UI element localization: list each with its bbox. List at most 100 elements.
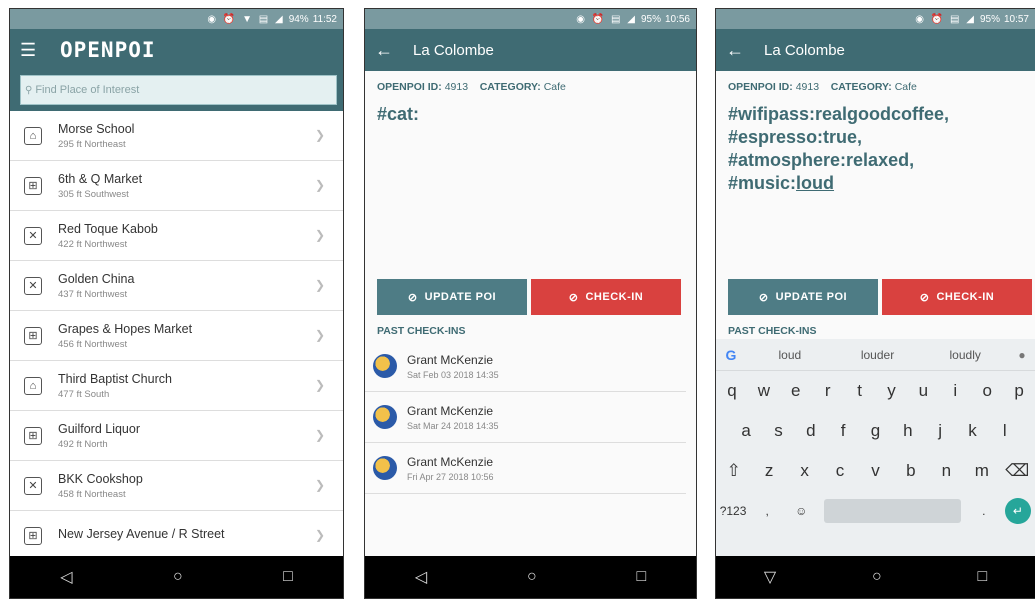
comma-key[interactable]: , [750, 504, 784, 518]
enter-key[interactable]: ↵ [1001, 498, 1035, 524]
keyboard-key[interactable]: c [822, 461, 857, 481]
tag-line: #atmosphere:relaxed, [728, 150, 915, 170]
back-arrow-icon[interactable]: ← [726, 40, 756, 61]
poi-name: Morse School [58, 121, 135, 136]
back-nav-icon[interactable]: ◁ [60, 567, 72, 587]
keyboard-key[interactable]: f [827, 421, 859, 441]
poi-name: Red Toque Kabob [58, 221, 158, 236]
keyboard-key[interactable]: u [907, 381, 939, 401]
keyboard-key[interactable]: p [1003, 381, 1035, 401]
keyboard-key[interactable]: b [893, 461, 928, 481]
poi-list-item[interactable]: ⊞ Grapes & Hopes Market 456 ft Northwest ❯ [10, 311, 343, 361]
poi-distance: 477 ft South [58, 388, 110, 400]
suggestion[interactable]: louder [834, 348, 922, 362]
enter-icon: ↵ [1004, 498, 1031, 524]
home-nav-icon[interactable]: ○ [173, 568, 183, 586]
keyboard-key[interactable]: r [812, 381, 844, 401]
google-icon[interactable]: G [716, 347, 746, 363]
tag-key: #music: [728, 173, 797, 193]
poi-list-item[interactable]: ⌂ Morse School 295 ft Northeast ❯ [10, 111, 343, 161]
poi-list-item[interactable]: ✕ Red Toque Kabob 422 ft Northwest ❯ [10, 211, 343, 261]
poi-meta: OPENPOI ID: 4913 CATEGORY: Cafe [365, 71, 696, 93]
check-in-button[interactable]: ⊘ CHECK-IN [882, 279, 1032, 315]
keyboard-key[interactable]: q [716, 381, 748, 401]
emoji-key[interactable]: ☺ [784, 504, 818, 518]
back-nav-icon[interactable]: ◁ [415, 567, 427, 587]
back-arrow-icon[interactable]: ← [375, 40, 405, 61]
keyboard-key[interactable]: w [748, 381, 780, 401]
check-in-label: CHECK-IN [936, 291, 995, 303]
poi-list-item[interactable]: ⊞ 6th & Q Market 305 ft Southwest ❯ [10, 161, 343, 211]
keyboard-key[interactable]: z [751, 461, 786, 481]
poi-list-item[interactable]: ✕ Golden China 437 ft Northwest ❯ [10, 261, 343, 311]
keyboard-key[interactable]: v [858, 461, 893, 481]
recents-nav-icon[interactable]: □ [636, 568, 646, 586]
keyboard-key[interactable]: ⇧ [716, 461, 751, 481]
poi-list-item[interactable]: ⊞ Guilford Liquor 492 ft North ❯ [10, 411, 343, 461]
keyboard-key[interactable]: t [844, 381, 876, 401]
period-key[interactable]: . [967, 504, 1001, 518]
keyboard-key[interactable]: d [795, 421, 827, 441]
suggestion[interactable]: loud [746, 348, 834, 362]
key-row-2: asdfghjkl [716, 411, 1035, 451]
keyboard-key[interactable]: ⌫ [1000, 461, 1035, 481]
recents-nav-icon[interactable]: □ [977, 568, 987, 586]
checkin-item[interactable]: Grant McKenzie Sat Mar 24 2018 14:35 [365, 392, 686, 443]
mic-icon[interactable]: ● [1009, 348, 1035, 362]
status-bar: ◉ ⏰ ▤ ◢ 95% 10:56 [365, 9, 696, 29]
app-bar: ☰ OPENPOI [10, 29, 343, 71]
checkin-item[interactable]: Grant McKenzie Sat Feb 03 2018 14:35 [365, 341, 686, 392]
space-key[interactable] [824, 499, 961, 523]
check-in-icon: ⊘ [919, 291, 930, 304]
poi-item-text: Third Baptist Church 477 ft South [58, 372, 343, 400]
keyboard-key[interactable]: y [876, 381, 908, 401]
cart-icon: ⊞ [24, 426, 42, 445]
recents-nav-icon[interactable]: □ [283, 568, 293, 586]
keyboard-key[interactable]: s [762, 421, 794, 441]
avatar [373, 456, 397, 480]
check-in-button[interactable]: ⊘ CHECK-IN [531, 279, 681, 315]
tags-editor[interactable]: #cat: [365, 93, 696, 136]
poi-name: New Jersey Avenue / R Street [58, 527, 225, 541]
poi-list-item[interactable]: ✕ BKK Cookshop 458 ft Northeast ❯ [10, 461, 343, 511]
poi-list-item[interactable]: ⊞ New Jersey Avenue / R Street ❯ [10, 511, 343, 561]
chevron-right-icon: ❯ [314, 378, 325, 392]
poi-list-item[interactable]: ⌂ Third Baptist Church 477 ft South ❯ [10, 361, 343, 411]
keyboard-key[interactable]: j [924, 421, 956, 441]
poi-id-label: OPENPOI ID: [377, 81, 442, 93]
chevron-right-icon: ❯ [314, 278, 325, 292]
checkin-list: Grant McKenzie Sat Feb 03 2018 14:35 Grant… [365, 341, 686, 494]
app-title: OPENPOI [60, 38, 156, 62]
hide-keyboard-nav-icon[interactable]: ▽ [764, 567, 776, 587]
keyboard-key[interactable]: n [929, 461, 964, 481]
update-poi-button[interactable]: ⊘ UPDATE POI [728, 279, 878, 315]
checkin-user: Grant McKenzie [407, 352, 494, 367]
keyboard-key[interactable]: k [956, 421, 988, 441]
keyboard-key[interactable]: h [892, 421, 924, 441]
past-checkins-heading: PAST CHECK-INS [377, 325, 466, 337]
update-poi-button[interactable]: ⊘ UPDATE POI [377, 279, 527, 315]
tags-editor[interactable]: #wifipass:realgoodcoffee, #espresso:true… [716, 93, 1035, 205]
keyboard-key[interactable]: o [971, 381, 1003, 401]
home-nav-icon[interactable]: ○ [872, 568, 882, 586]
keyboard-key[interactable]: x [787, 461, 822, 481]
cart-icon: ⊞ [24, 176, 42, 195]
hamburger-menu-icon[interactable]: ☰ [20, 40, 48, 61]
home-nav-icon[interactable]: ○ [527, 568, 537, 586]
checkin-user: Grant McKenzie [407, 403, 494, 418]
update-icon: ⊘ [407, 291, 418, 304]
poi-name: BKK Cookshop [58, 471, 143, 486]
keyboard-key[interactable]: i [939, 381, 971, 401]
status-icons: ◉ ⏰ ▤ ◢ [576, 13, 637, 25]
clock: 10:56 [664, 13, 690, 25]
search-input[interactable]: ⚲ Find Place of Interest [20, 75, 337, 105]
keyboard-key[interactable]: g [859, 421, 891, 441]
poi-item-text: Guilford Liquor 492 ft North [58, 422, 343, 450]
suggestion[interactable]: loudly [921, 348, 1009, 362]
keyboard-key[interactable]: e [780, 381, 812, 401]
symbols-key[interactable]: ?123 [716, 504, 750, 518]
keyboard-key[interactable]: m [964, 461, 999, 481]
checkin-item[interactable]: Grant McKenzie Fri Apr 27 2018 10:56 [365, 443, 686, 494]
keyboard-key[interactable]: l [989, 421, 1021, 441]
keyboard-key[interactable]: a [730, 421, 762, 441]
